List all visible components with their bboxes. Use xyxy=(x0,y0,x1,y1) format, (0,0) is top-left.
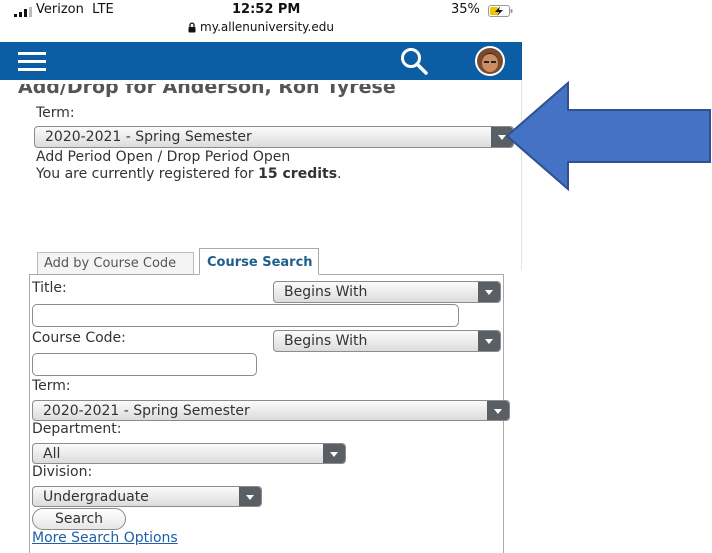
title-label: Title: xyxy=(32,280,67,296)
hamburger-menu-icon[interactable] xyxy=(18,50,46,72)
tab-add-by-course-code[interactable]: Add by Course Code xyxy=(37,252,194,274)
title-match-select[interactable]: Begins With xyxy=(273,281,501,303)
department-value: All xyxy=(43,446,61,462)
tab-course-search-label: Course Search xyxy=(207,255,313,270)
chevron-down-icon[interactable] xyxy=(487,401,509,420)
department-select[interactable]: All xyxy=(32,443,346,464)
registered-credits: 15 credits xyxy=(258,166,338,182)
term-select-value: 2020-2021 - Spring Semester xyxy=(45,129,252,145)
period-status: Add Period Open / Drop Period Open xyxy=(36,149,291,165)
search-term-value: 2020-2021 - Spring Semester xyxy=(43,403,250,419)
chevron-down-icon[interactable] xyxy=(478,331,500,351)
term-label: Term: xyxy=(36,105,75,121)
registration-suffix: . xyxy=(337,166,342,182)
chevron-down-icon[interactable] xyxy=(239,487,261,506)
search-button-label: Search xyxy=(54,511,104,527)
user-avatar[interactable] xyxy=(474,45,506,77)
course-code-input[interactable] xyxy=(32,353,257,376)
tab-course-search[interactable]: Course Search xyxy=(199,248,319,275)
division-value: Undergraduate xyxy=(43,489,149,505)
search-icon[interactable] xyxy=(400,47,428,75)
title-input[interactable] xyxy=(32,304,459,327)
search-term-label: Term: xyxy=(32,378,71,394)
title-match-value: Begins With xyxy=(284,284,368,300)
course-code-label: Course Code: xyxy=(32,330,126,346)
lock-icon xyxy=(188,22,196,33)
annotation-arrow-shape xyxy=(505,80,711,192)
clock: 12:52 PM xyxy=(232,2,301,17)
battery-percent: 35% xyxy=(451,2,480,17)
registration-summary: You are currently registered for 15 cred… xyxy=(36,166,342,182)
status-bar: Verizon LTE 12:52 PM my.allenuniversity.… xyxy=(0,0,522,42)
search-term-select[interactable]: 2020-2021 - Spring Semester xyxy=(32,400,510,421)
search-button[interactable]: Search xyxy=(32,508,126,530)
address-bar-url[interactable]: my.allenuniversity.edu xyxy=(200,20,334,34)
course-code-match-select[interactable]: Begins With xyxy=(273,330,501,352)
department-label: Department: xyxy=(32,421,122,437)
carrier-label: Verizon LTE xyxy=(36,2,114,17)
course-code-match-value: Begins With xyxy=(284,333,368,349)
registration-prefix: You are currently registered for xyxy=(36,166,259,182)
chevron-down-icon[interactable] xyxy=(478,282,500,302)
chevron-down-icon[interactable] xyxy=(323,444,345,463)
more-search-options-link[interactable]: More Search Options xyxy=(32,530,178,546)
tab-add-by-course-code-label: Add by Course Code xyxy=(44,256,177,271)
division-label: Division: xyxy=(32,464,93,480)
term-select[interactable]: 2020-2021 - Spring Semester xyxy=(34,126,514,148)
battery-charging-icon xyxy=(488,5,514,17)
annotation-arrow xyxy=(505,80,711,192)
division-select[interactable]: Undergraduate xyxy=(32,486,262,507)
top-nav-bar xyxy=(0,42,522,80)
signal-icon xyxy=(14,6,34,17)
